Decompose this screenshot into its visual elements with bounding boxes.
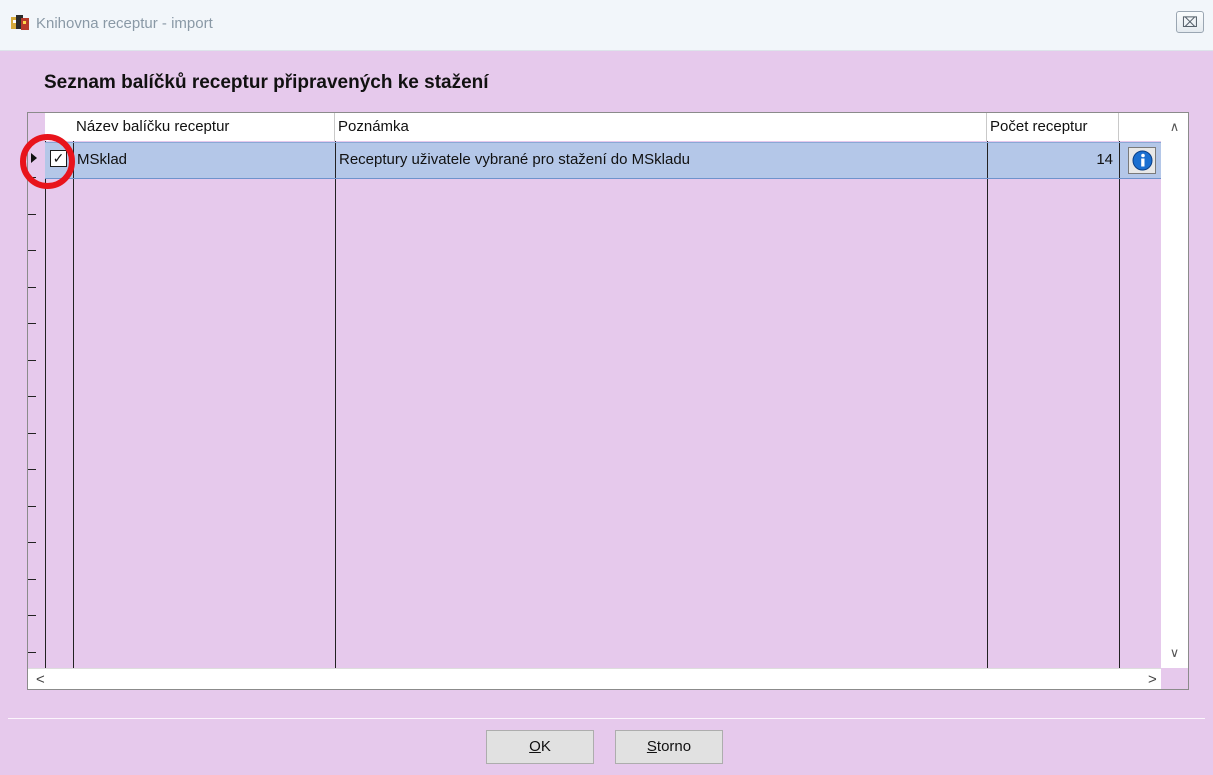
column-header-note[interactable]: Poznámka: [335, 113, 987, 141]
recipe-package-grid[interactable]: Název balíčku receptur Poznámka Počet re…: [27, 112, 1189, 690]
row-indicator-column: [28, 113, 46, 668]
column-header-action: [1119, 113, 1161, 141]
scrollbar-corner: [1161, 668, 1188, 689]
close-button[interactable]: ⌧: [1176, 11, 1204, 33]
column-header-name[interactable]: Název balíčku receptur: [73, 113, 335, 141]
table-header: Název balíčku receptur Poznámka Počet re…: [73, 113, 1161, 141]
cell-recipe-count[interactable]: 14: [987, 143, 1119, 178]
close-icon: ⌧: [1181, 14, 1199, 30]
scroll-right-icon[interactable]: >: [1148, 669, 1157, 689]
ok-button[interactable]: OK: [486, 730, 594, 764]
highlight-circle: [20, 134, 75, 189]
scroll-left-icon[interactable]: <: [36, 669, 45, 689]
cell-action: [1119, 143, 1159, 178]
app-icon: [11, 15, 29, 30]
cell-package-name[interactable]: MSklad: [73, 143, 335, 178]
info-button[interactable]: [1128, 147, 1156, 174]
page-title: Seznam balíčků receptur připravených ke …: [44, 72, 489, 93]
column-header-count[interactable]: Počet receptur: [987, 113, 1119, 141]
storno-button[interactable]: Storno: [615, 730, 723, 764]
cell-note[interactable]: Receptury uživatele vybrané pro stažení …: [335, 143, 987, 178]
horizontal-scrollbar[interactable]: < >: [28, 668, 1161, 689]
window-title: Knihovna receptur - import: [36, 15, 213, 32]
table-row[interactable]: ✓ MSklad Receptury uživatele vybrané pro…: [45, 142, 1161, 179]
title-bar: Knihovna receptur - import ⌧: [0, 0, 1213, 51]
info-icon: [1132, 150, 1153, 171]
vertical-scrollbar[interactable]: ∧ ∨: [1161, 113, 1188, 668]
divider: [8, 718, 1205, 719]
scroll-up-icon[interactable]: ∧: [1161, 119, 1188, 135]
checkbox-column: [45, 113, 74, 668]
scroll-down-icon[interactable]: ∨: [1161, 645, 1188, 661]
